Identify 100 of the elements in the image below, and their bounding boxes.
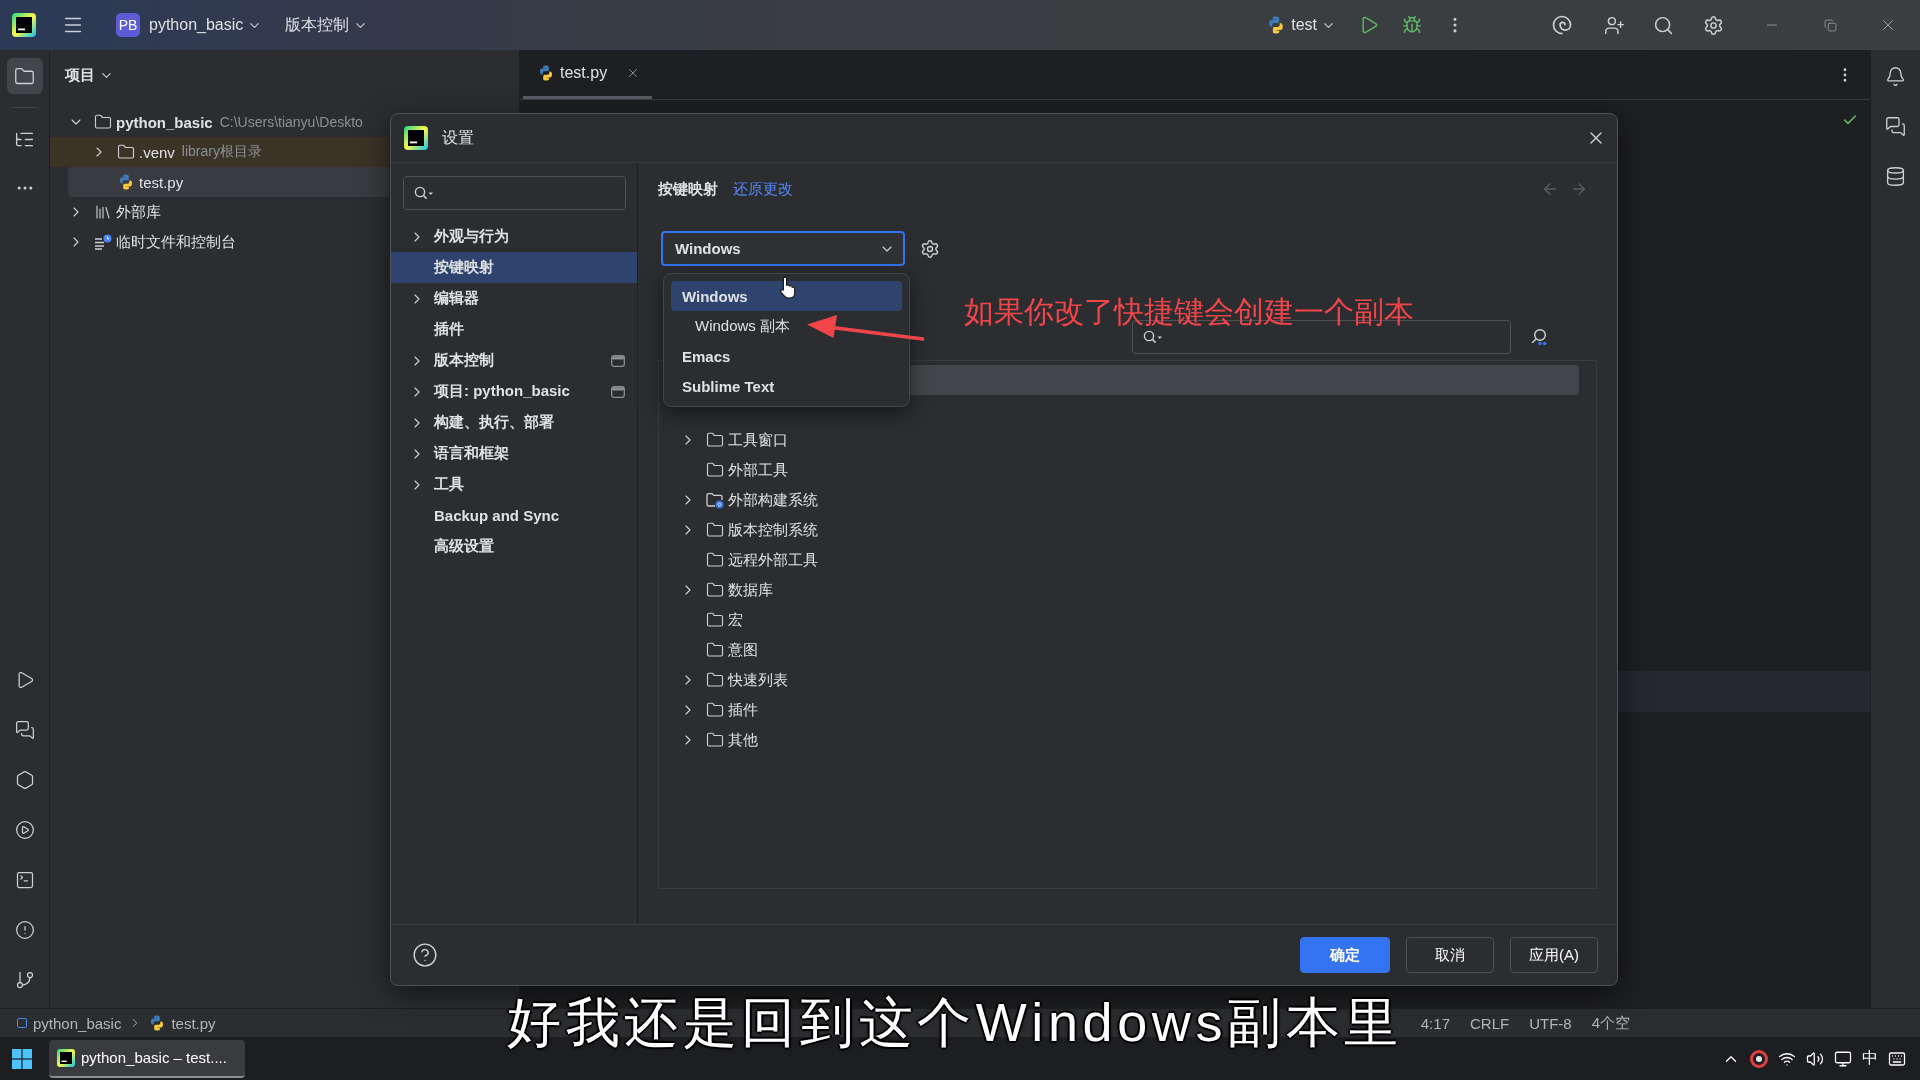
settings-icon[interactable] (920, 238, 940, 259)
panel-title[interactable]: 项目 (65, 65, 95, 85)
action-tree-row[interactable]: 外部构建系统 (663, 485, 1579, 515)
bell-icon[interactable] (1885, 65, 1906, 87)
tool-window-button[interactable] (6, 58, 43, 94)
hexagon-icon[interactable] (14, 770, 35, 790)
folder-icon (94, 113, 112, 131)
help-icon[interactable] (412, 942, 438, 968)
annotation-text: 如果你改了快捷键会创建一个副本 (964, 294, 1414, 330)
folder-icon (706, 521, 724, 539)
chat-icon[interactable] (14, 720, 35, 740)
settings-icon[interactable] (1702, 14, 1724, 36)
search-icon (1143, 330, 1163, 344)
settings-search-field[interactable] (403, 176, 626, 210)
breadcrumb-item[interactable]: python_basic (33, 1014, 122, 1032)
terminal-icon[interactable] (14, 870, 35, 890)
keymap-option[interactable]: Sublime Text (671, 371, 902, 401)
close-icon[interactable] (626, 66, 640, 80)
reset-link[interactable]: 还原更改 (733, 179, 793, 199)
indent-setting[interactable]: 4个空 (1591, 1013, 1630, 1033)
project-badge[interactable]: PB (116, 13, 140, 37)
action-tree-row[interactable]: 数据库 (663, 575, 1579, 605)
project-tree-item[interactable]: .venv library根目录 (50, 137, 389, 167)
database-icon[interactable] (1885, 165, 1906, 187)
search-icon (414, 186, 434, 200)
project-name[interactable]: python_basic (149, 16, 244, 34)
project-tree-item[interactable]: test.py (68, 167, 389, 197)
find-action-icon[interactable] (1530, 328, 1548, 346)
folder-icon (706, 641, 724, 659)
python-icon (149, 1015, 166, 1031)
speaker-icon[interactable] (1806, 1049, 1824, 1068)
project-tree-item[interactable]: python_basic C:\Users\tianyu\Deskto (50, 107, 389, 137)
breadcrumb-item[interactable]: test.py (171, 1014, 216, 1032)
dialog-button[interactable]: 应用(A) (1510, 937, 1598, 973)
folder-icon (14, 65, 35, 87)
search-icon[interactable] (1652, 14, 1674, 36)
chat-icon[interactable] (1885, 115, 1906, 137)
action-tree-row[interactable]: 宏 (663, 605, 1579, 635)
play-circle-icon[interactable] (14, 820, 35, 840)
keymap-option[interactable]: Emacs (671, 341, 902, 371)
folder-icon (706, 611, 724, 629)
hand-cursor-icon (780, 276, 797, 299)
project-tree-item[interactable]: 临时文件和控制台 (50, 227, 389, 257)
library-icon (94, 203, 112, 221)
monitor-icon[interactable] (1834, 1049, 1852, 1068)
add-user-icon[interactable] (1603, 14, 1625, 36)
file-encoding[interactable]: UTF-8 (1529, 1014, 1572, 1032)
action-tree-row[interactable]: 其他 (663, 725, 1579, 755)
restore-icon[interactable] (1823, 18, 1837, 32)
settings-nav-item[interactable]: 插件 (391, 314, 637, 345)
dialog-title: 设置 (442, 127, 474, 148)
settings-nav-item[interactable]: 构建、执行、部署 (391, 407, 637, 438)
caret-position[interactable]: 4:17 (1420, 1014, 1450, 1032)
action-tree-row[interactable]: 快速列表 (663, 665, 1579, 695)
tree-item-hint: library根目录 (181, 143, 262, 161)
vcs-menu[interactable]: 版本控制 (285, 14, 350, 36)
ok-button[interactable]: 确定 (1300, 937, 1390, 973)
settings-nav-item[interactable]: 外观与行为 (391, 221, 637, 252)
python-icon (118, 174, 134, 190)
python-icon[interactable] (1267, 16, 1286, 34)
tree-item-hint: C:\Users\tianyu\Deskto (219, 114, 363, 130)
action-tree-row[interactable]: 外部工具 (663, 455, 1579, 485)
keymap-select[interactable]: Windows (661, 231, 905, 266)
keymap-option[interactable]: Windows (671, 281, 902, 311)
folder-icon (706, 461, 724, 479)
dialog-button[interactable]: 取消 (1406, 937, 1494, 973)
ring-icon[interactable] (1750, 1049, 1768, 1068)
play-icon[interactable] (1359, 15, 1379, 35)
alert-icon[interactable] (14, 920, 35, 940)
action-tree-row[interactable]: 远程外部工具 (663, 545, 1579, 575)
settings-nav-item[interactable]: 项目: python_basic (391, 376, 637, 407)
settings-nav-item[interactable]: 版本控制 (391, 345, 637, 376)
app-logo (12, 13, 36, 37)
breadcrumb-title: 按键映射 (658, 179, 718, 199)
settings-nav-item[interactable]: 按键映射 (391, 252, 637, 283)
settings-nav-item[interactable]: Backup and Sync (391, 500, 637, 531)
action-tree-row[interactable]: 插件 (663, 695, 1579, 725)
folder-icon (706, 671, 724, 689)
windows-start-icon[interactable] (12, 1048, 32, 1069)
taskbar-app-button[interactable]: python_basic – test.... (49, 1039, 245, 1078)
action-tree-row[interactable]: 版本控制系统 (663, 515, 1579, 545)
settings-nav-item[interactable]: 语言和框架 (391, 438, 637, 469)
folder-icon (706, 731, 724, 749)
keyboard-icon[interactable] (1888, 1049, 1906, 1068)
swirl-icon[interactable] (1551, 14, 1573, 36)
action-tree-row[interactable]: 意图 (663, 635, 1579, 665)
settings-nav-item[interactable]: 工具 (391, 469, 637, 500)
editor-tab[interactable]: test.py (523, 50, 652, 99)
action-tree-row[interactable]: 工具窗口 (663, 425, 1579, 455)
input-method-indicator[interactable]: 中 (1862, 1048, 1878, 1069)
line-separator[interactable]: CRLF (1470, 1014, 1510, 1032)
settings-nav-item[interactable]: 编辑器 (391, 283, 637, 314)
project-tree-item[interactable]: 外部库 (50, 197, 389, 227)
keymap-option[interactable]: Windows 副本 (671, 311, 902, 341)
git-branch-icon[interactable] (14, 970, 35, 990)
bug-icon[interactable] (1402, 15, 1422, 35)
scratch-lines-icon (94, 234, 112, 250)
folder-icon (706, 431, 724, 449)
settings-nav-item[interactable]: 高级设置 (391, 531, 637, 562)
run-config-name[interactable]: test (1291, 16, 1317, 34)
